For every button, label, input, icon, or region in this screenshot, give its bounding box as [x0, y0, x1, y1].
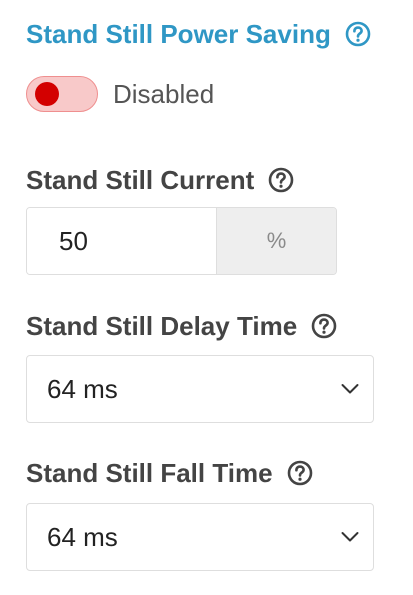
power-saving-toggle[interactable]	[26, 76, 98, 112]
chevron-down-icon	[341, 382, 359, 400]
delay-time-help-icon[interactable]	[311, 313, 337, 339]
delay-time-value: 64 ms	[47, 373, 118, 404]
delay-time-select[interactable]: 64 ms	[26, 355, 374, 423]
power-saving-help-icon[interactable]	[345, 21, 371, 47]
power-saving-title-text: Stand Still Power Saving	[26, 18, 331, 49]
delay-time-label-text: Stand Still Delay Time	[26, 310, 298, 341]
current-label: Stand Still Current	[26, 160, 294, 200]
power-saving-title: Stand Still Power Saving	[26, 14, 371, 54]
current-help-icon[interactable]	[268, 167, 294, 193]
current-label-text: Stand Still Current	[26, 164, 255, 195]
current-unit-addon: %	[216, 208, 336, 274]
delay-time-label: Stand Still Delay Time	[26, 306, 337, 346]
fall-time-label-text: Stand Still Fall Time	[26, 457, 273, 488]
power-saving-toggle-row: Disabled	[26, 74, 214, 114]
toggle-knob	[35, 82, 59, 106]
current-input[interactable]	[27, 208, 216, 274]
fall-time-help-icon[interactable]	[287, 460, 313, 486]
power-saving-status-label: Disabled	[113, 78, 215, 109]
fall-time-value: 64 ms	[47, 521, 118, 552]
fall-time-label: Stand Still Fall Time	[26, 453, 313, 493]
chevron-down-icon	[341, 530, 359, 548]
current-input-group: %	[26, 207, 337, 275]
fall-time-select[interactable]: 64 ms	[26, 503, 374, 571]
